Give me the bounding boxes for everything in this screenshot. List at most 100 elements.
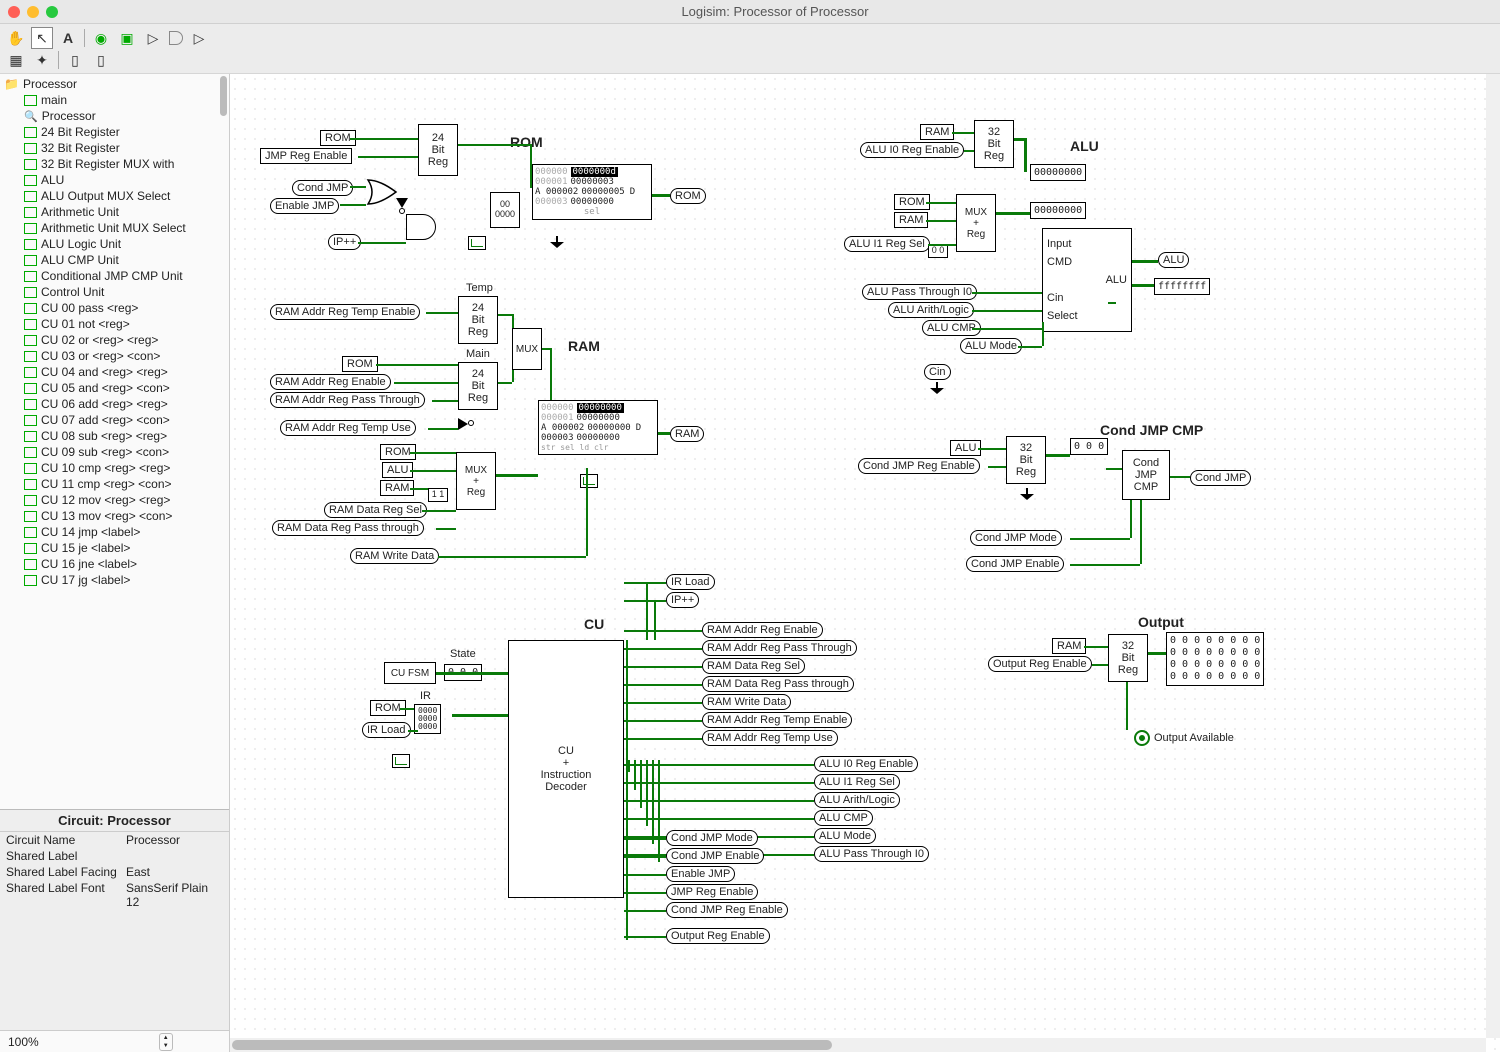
- tree-item[interactable]: CU 10 cmp <reg> <reg>: [0, 460, 229, 476]
- zoom-icon[interactable]: [46, 6, 58, 18]
- alu-pin-arith[interactable]: ALU Arith/Logic: [888, 302, 974, 318]
- rom-memory[interactable]: 0000000000000d 00000100000003 A 00000200…: [532, 164, 652, 220]
- cu-fsm[interactable]: CU FSM: [384, 662, 436, 684]
- tree-item[interactable]: CU 07 add <reg> <con>: [0, 412, 229, 428]
- cond-pin-alu[interactable]: ALU: [950, 440, 981, 456]
- explorer-icon-4[interactable]: ▯: [91, 50, 111, 70]
- alu-pin-ram[interactable]: RAM: [920, 124, 954, 140]
- tree-item[interactable]: ALU CMP Unit: [0, 252, 229, 268]
- rom-clock[interactable]: [468, 236, 486, 250]
- cu-out-ir-load[interactable]: IR Load: [666, 574, 715, 590]
- canvas-area[interactable]: ROM ROM JMP Reg Enable Cond JMP Enable J…: [230, 74, 1500, 1052]
- cu-out-cond-jmp-enable[interactable]: Cond JMP Enable: [666, 848, 764, 864]
- hand-tool-icon[interactable]: ✋: [6, 28, 26, 48]
- component-pin-icon[interactable]: ▷: [189, 28, 209, 48]
- tree-item[interactable]: CU 01 not <reg>: [0, 316, 229, 332]
- alu-pin-mode[interactable]: ALU Mode: [960, 338, 1022, 354]
- ram-pin-addr-en[interactable]: RAM Addr Reg Enable: [270, 374, 391, 390]
- rom-and-gate[interactable]: [406, 214, 436, 240]
- ram-pin-addr-temp-use[interactable]: RAM Addr Reg Temp Use: [280, 420, 416, 436]
- ram-mux[interactable]: MUX: [512, 328, 542, 370]
- property-row[interactable]: Shared Label: [0, 848, 229, 864]
- rom-out[interactable]: ROM: [670, 188, 706, 204]
- tree-item[interactable]: CU 16 jne <label>: [0, 556, 229, 572]
- cu-decoder[interactable]: CU + Instruction Decoder: [508, 640, 624, 898]
- ram-pin-write[interactable]: RAM Write Data: [350, 548, 439, 564]
- ram-clock[interactable]: [580, 474, 598, 488]
- tree-root[interactable]: 📁 Processor: [0, 76, 229, 92]
- sim-enable-icon[interactable]: ◉: [91, 28, 111, 48]
- alu-mux-reg[interactable]: MUX + Reg: [956, 194, 996, 252]
- ram-24bit-reg-temp[interactable]: 24 Bit Reg: [458, 296, 498, 344]
- cu-out-ram-addr-reg-enable[interactable]: RAM Addr Reg Enable: [702, 622, 823, 638]
- pointer-tool-icon[interactable]: ↖: [32, 28, 52, 48]
- tree-item[interactable]: CU 17 jg <label>: [0, 572, 229, 588]
- ram-mux-reg[interactable]: MUX + Reg: [456, 452, 496, 510]
- tree-item[interactable]: Control Unit: [0, 284, 229, 300]
- cu-out-enable-jmp[interactable]: Enable JMP: [666, 866, 735, 882]
- tree-item[interactable]: CU 12 mov <reg> <reg>: [0, 492, 229, 508]
- alu-pin-i0-en[interactable]: ALU I0 Reg Enable: [860, 142, 964, 158]
- property-row[interactable]: Shared Label FontSansSerif Plain 12: [0, 880, 229, 910]
- canvas-hscroll[interactable]: [230, 1038, 1486, 1052]
- tree-item[interactable]: ALU Logic Unit: [0, 236, 229, 252]
- ram-pin-data-pass[interactable]: RAM Data Reg Pass through: [272, 520, 424, 536]
- cond-pin-reg-en[interactable]: Cond JMP Reg Enable: [858, 458, 980, 474]
- rom-24bit-reg[interactable]: 24 Bit Reg: [418, 124, 458, 176]
- minimize-icon[interactable]: [27, 6, 39, 18]
- sim-step-icon[interactable]: ▣: [117, 28, 137, 48]
- explorer-icon-3[interactable]: ▯: [65, 50, 85, 70]
- tree-item[interactable]: CU 04 and <reg> <reg>: [0, 364, 229, 380]
- cu-out-ram-addr-reg-pass-through[interactable]: RAM Addr Reg Pass Through: [702, 640, 857, 656]
- tree-item[interactable]: CU 14 jmp <label>: [0, 524, 229, 540]
- cu-out-cond-jmp-reg-enable[interactable]: Cond JMP Reg Enable: [666, 902, 788, 918]
- tree-item[interactable]: Conditional JMP CMP Unit: [0, 268, 229, 284]
- project-tree[interactable]: 📁 Processor main🔍Processor24 Bit Registe…: [0, 74, 229, 809]
- tree-scrollbar[interactable]: [220, 76, 227, 116]
- close-icon[interactable]: [8, 6, 20, 18]
- cond-body[interactable]: Cond JMP CMP: [1122, 450, 1170, 500]
- sim-tick-icon[interactable]: ▷: [143, 28, 163, 48]
- ram-pin-data-sel[interactable]: RAM Data Reg Sel: [324, 502, 427, 518]
- tree-item[interactable]: Arithmetic Unit MUX Select: [0, 220, 229, 236]
- cu-out-alu-i0-reg-enable[interactable]: ALU I0 Reg Enable: [814, 756, 918, 772]
- cond-out[interactable]: Cond JMP: [1190, 470, 1251, 486]
- tree-item[interactable]: 24 Bit Register: [0, 124, 229, 140]
- ram-24bit-reg-main[interactable]: 24 Bit Reg: [458, 362, 498, 410]
- property-row[interactable]: Shared Label FacingEast: [0, 864, 229, 880]
- cu-out-alu-cmp[interactable]: ALU CMP: [814, 810, 873, 826]
- tree-item[interactable]: CU 05 and <reg> <con>: [0, 380, 229, 396]
- cu-out-alu-i1-reg-sel[interactable]: ALU I1 Reg Sel: [814, 774, 900, 790]
- rom-pin-cond-jmp[interactable]: Cond JMP: [292, 180, 353, 196]
- cond-32bit-reg[interactable]: 32 Bit Reg: [1006, 436, 1046, 484]
- alu-bits[interactable]: 0 0: [928, 244, 948, 258]
- tree-item[interactable]: CU 03 or <reg> <con>: [0, 348, 229, 364]
- cu-out-alu-arith-logic[interactable]: ALU Arith/Logic: [814, 792, 900, 808]
- rom-or-gate[interactable]: [366, 178, 400, 206]
- tree-item[interactable]: 32 Bit Register MUX with: [0, 156, 229, 172]
- rom-pin-enable-jmp[interactable]: Enable JMP: [270, 198, 339, 214]
- ram-pin-rom[interactable]: ROM: [342, 356, 378, 372]
- alu-pin-cin2[interactable]: Cin: [924, 364, 951, 380]
- cu-out-cond-jmp-mode[interactable]: Cond JMP Mode: [666, 830, 758, 846]
- cu-out-ip-[interactable]: IP++: [666, 592, 699, 608]
- alu-body[interactable]: Input CMD ALU Cin Select: [1042, 228, 1132, 332]
- cu-out-output-reg-enable[interactable]: Output Reg Enable: [666, 928, 770, 944]
- cond-pin-enable[interactable]: Cond JMP Enable: [966, 556, 1064, 572]
- cu-out-alu-pass-through-i0[interactable]: ALU Pass Through I0: [814, 846, 929, 862]
- text-tool-icon[interactable]: A: [58, 28, 78, 48]
- cu-out-jmp-reg-enable[interactable]: JMP Reg Enable: [666, 884, 758, 900]
- tree-item[interactable]: ALU Output MUX Select: [0, 188, 229, 204]
- rom-mux[interactable]: 00 0000: [490, 192, 520, 228]
- alu-pin-rom[interactable]: ROM: [894, 194, 930, 210]
- tree-item[interactable]: main: [0, 92, 229, 108]
- cu-out-alu-mode[interactable]: ALU Mode: [814, 828, 876, 844]
- tree-item[interactable]: ALU: [0, 172, 229, 188]
- cu-out-ram-data-reg-sel[interactable]: RAM Data Reg Sel: [702, 658, 805, 674]
- alu-32bit-reg[interactable]: 32 Bit Reg: [974, 120, 1014, 168]
- tree-item[interactable]: CU 06 add <reg> <reg>: [0, 396, 229, 412]
- tree-item[interactable]: 32 Bit Register: [0, 140, 229, 156]
- tree-item[interactable]: CU 15 je <label>: [0, 540, 229, 556]
- alu-pin-pass-i0[interactable]: ALU Pass Through I0: [862, 284, 977, 300]
- property-row[interactable]: Circuit NameProcessor: [0, 832, 229, 848]
